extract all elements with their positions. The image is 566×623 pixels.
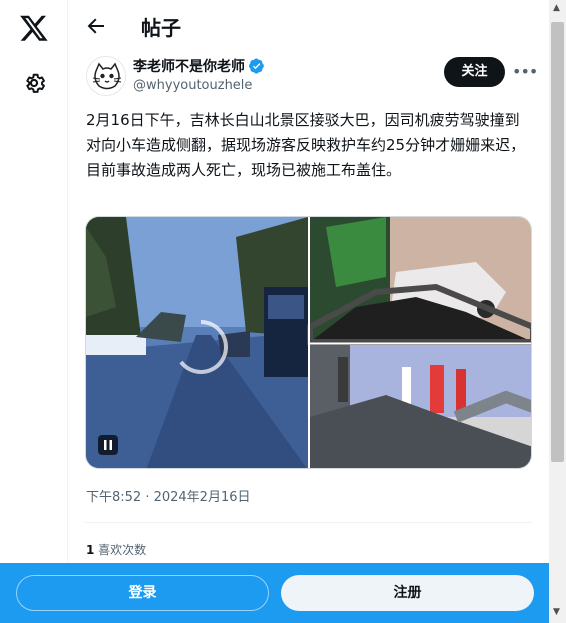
gear-icon[interactable] [21, 70, 47, 96]
author-handle[interactable]: @whyyoutouzhele [133, 78, 252, 93]
scroll-thumb[interactable] [551, 22, 564, 462]
avatar[interactable] [86, 56, 126, 96]
x-logo-icon[interactable] [19, 13, 49, 43]
vertical-scrollbar[interactable]: ▲ ▼ [549, 0, 566, 623]
post-detail-column: 帖子 李老师不是你老师 @whyyoutouzhele 关注 ••• 2月16日… [68, 0, 548, 623]
verified-badge-icon [249, 58, 264, 74]
video-thumbnail[interactable] [86, 217, 308, 469]
signup-button[interactable]: 注册 [281, 575, 534, 611]
page-title: 帖子 [141, 16, 181, 40]
post-text: 2月16日下午，吉林长白山北景区接驳大巴，因司机疲劳驾驶撞到对向小车造成侧翻，据… [86, 111, 526, 179]
page-header: 帖子 [68, 0, 548, 53]
scroll-up-arrow-icon[interactable]: ▲ [553, 3, 560, 13]
left-nav-rail [0, 0, 68, 623]
divider [85, 522, 532, 523]
login-button[interactable]: 登录 [16, 575, 269, 611]
author-display-name[interactable]: 李老师不是你老师 [133, 56, 245, 76]
author-name-row[interactable]: 李老师不是你老师 [133, 56, 265, 76]
photo-crash-scene[interactable] [307, 217, 532, 345]
like-count-label: 喜欢次数 [94, 543, 147, 557]
media-grid[interactable] [85, 216, 532, 469]
arrow-left-icon[interactable] [84, 14, 108, 38]
photo-site-covered[interactable] [310, 345, 532, 469]
follow-button[interactable]: 关注 [444, 57, 505, 87]
like-count[interactable]: 1 喜欢次数 [86, 541, 146, 558]
scroll-down-arrow-icon[interactable]: ▼ [553, 607, 560, 617]
signup-bottom-bar: 登录 注册 [0, 563, 549, 623]
more-icon[interactable]: ••• [512, 61, 538, 83]
post-timestamp[interactable]: 下午8:52 · 2024年2月16日 [86, 486, 251, 505]
